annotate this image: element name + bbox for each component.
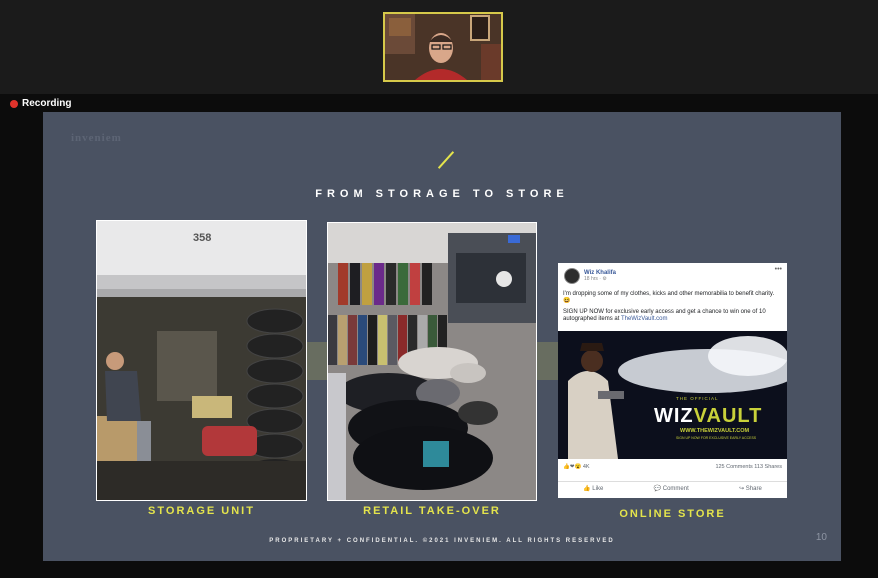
facebook-post[interactable]: Wiz Khalifa 18 hrs · ⚙ ••• I'm dropping … [558, 263, 787, 498]
reaction-count[interactable]: 👍❤😮 4K [563, 464, 590, 470]
recording-dot-icon [10, 99, 18, 108]
share-button[interactable]: ↪ Share [739, 485, 762, 492]
slide-page-number: 10 [815, 532, 827, 543]
accent-slash [437, 151, 455, 169]
comment-count[interactable]: 125 Comments [715, 464, 752, 470]
post-text-line2: SIGN UP NOW for exclusive early access a… [563, 309, 782, 323]
post-actions: 👍 Like 💬 Comment ↪ Share [558, 481, 787, 492]
slide-footer: PROPRIETARY + CONFIDENTIAL. ©2021 INVENI… [269, 538, 615, 544]
post-header: Wiz Khalifa 18 hrs · ⚙ [564, 268, 616, 284]
caption-online-store: ONLINE STORE [619, 508, 726, 520]
more-options-icon[interactable]: ••• [775, 266, 782, 273]
comment-label: Comment [662, 486, 689, 492]
participant-video-image [385, 14, 501, 80]
caption-storage-unit: STORAGE UNIT [148, 505, 255, 517]
caption-retail-takeover: RETAIL TAKE-OVER [363, 505, 501, 517]
wizvault-vault: VAULT [693, 405, 763, 427]
comment-button[interactable]: 💬 Comment [654, 485, 689, 492]
slide-title: FROM STORAGE TO STORE [315, 188, 569, 200]
wizvault-subtitle: SIGN UP NOW FOR EXCLUSIVE EARLY ACCESS [676, 436, 757, 440]
post-time: 18 hrs · ⚙ [584, 276, 607, 282]
wizvault-official: THE OFFICIAL [676, 396, 719, 401]
wizvault-url: WWW.THEWIZVAULT.COM [680, 428, 750, 434]
reactions-icon: 👍❤😮 [563, 464, 582, 470]
recording-indicator: Recording [10, 98, 71, 109]
share-count[interactable]: 113 Shares [754, 464, 782, 470]
wizvault-wiz: WIZ [654, 405, 694, 427]
video-strip [0, 0, 878, 94]
recording-label: Recording [22, 98, 72, 109]
retail-store-photo [327, 222, 537, 501]
post-text: I'm dropping some of my clothes, kicks a… [563, 291, 782, 327]
post-stats: 👍❤😮 4K 125 Comments 113 Shares [563, 464, 782, 470]
share-label: Share [745, 486, 762, 492]
retail-store-image [328, 223, 536, 500]
post-image[interactable]: THE OFFICIAL WIZVAULT WWW.THEWIZVAULT.CO… [558, 331, 787, 459]
like-button[interactable]: 👍 Like [583, 485, 603, 492]
avatar[interactable] [564, 268, 580, 284]
slide-logo: inveniem [71, 132, 122, 144]
participant-video[interactable] [383, 12, 503, 82]
post-link[interactable]: TheWizVault.com [621, 316, 668, 322]
like-label: Like [592, 486, 604, 492]
reaction-count-value: 4K [582, 464, 590, 470]
comment-share-counts: 125 Comments 113 Shares [715, 464, 782, 470]
storage-unit-image: 358 [97, 221, 306, 500]
shared-slide: inveniem FROM STORAGE TO STORE 358 Wiz K… [43, 112, 841, 561]
unit-number: 358 [193, 232, 211, 244]
wizvault-logo: WIZVAULT [654, 405, 762, 428]
post-text-line1: I'm dropping some of my clothes, kicks a… [563, 291, 775, 304]
storage-unit-photo: 358 [96, 220, 307, 501]
